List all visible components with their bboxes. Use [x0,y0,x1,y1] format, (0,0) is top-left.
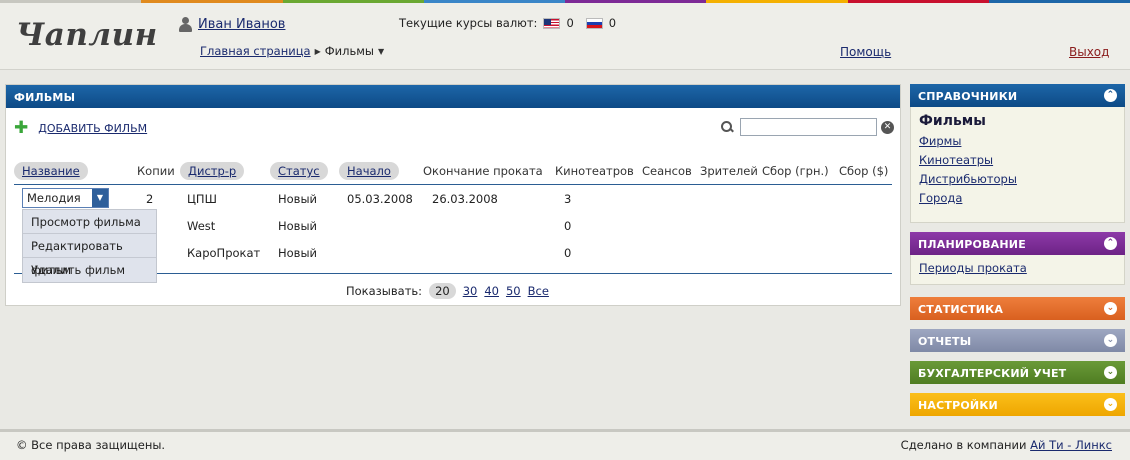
column-header-status[interactable]: Статус [270,162,328,180]
chevron-down-icon[interactable]: ▼ [92,189,108,207]
search-input[interactable] [740,118,877,136]
collapse-icon[interactable]: ⌃ [1104,237,1117,250]
user-block: Иван Иванов [178,17,285,32]
rub-rate: 0 [608,16,617,30]
pager: Показывать: 20 30 40 50 Все [346,283,549,299]
currency-rates: Текущие курсы валют: 0 0 [399,16,616,30]
column-header-copies: Копии [137,164,175,178]
currency-label: Текущие курсы валют: [399,16,538,30]
breadcrumb: Главная страница ▶ Фильмы ▼ [200,44,384,58]
menu-item-edit-film[interactable]: Редактировать фильм [23,234,156,277]
cell-status: Новый [278,192,318,206]
sidebar-statistics-header[interactable]: СТАТИСТИКА ⌄ [910,297,1125,320]
column-header-end: Окончание проката [423,164,543,178]
copyright: © Все права защищены. [16,438,166,452]
sidebar-item-cities[interactable]: Города [919,191,1116,205]
user-name-link[interactable]: Иван Иванов [198,17,285,32]
expand-icon[interactable]: ⌄ [1104,334,1117,347]
expand-icon[interactable]: ⌄ [1104,398,1117,411]
user-icon [178,17,193,32]
cell-cinemas: 0 [564,246,572,260]
films-panel: ФИЛЬМЫ ✚ ДОБАВИТЬ ФИЛЬМ ✕ Название Копии… [5,84,901,306]
sidebar-item-firms[interactable]: Фирмы [919,134,1116,148]
column-header-viewers: Зрителей [700,164,758,178]
cell-distributor: ЦПШ [187,192,217,206]
clear-search-icon[interactable]: ✕ [881,120,894,134]
pager-option-30[interactable]: 30 [463,284,478,298]
sidebar-planning-body: Периоды проката [910,255,1125,285]
search-icon[interactable] [720,120,736,134]
sidebar-planning: ПЛАНИРОВАНИЕ ⌃ Периоды проката [910,232,1125,285]
column-header-cinemas: Кинотеатров [555,164,634,178]
pager-option-40[interactable]: 40 [484,284,499,298]
sidebar-settings[interactable]: НАСТРОЙКИ ⌄ [910,393,1125,416]
pager-label: Показывать: [346,284,423,298]
breadcrumb-separator-icon: ▶ [314,46,321,56]
cell-cinemas: 3 [564,192,572,206]
add-film-link[interactable]: ДОБАВИТЬ ФИЛЬМ [38,122,147,135]
header: Чаплин Иван Иванов Главная страница ▶ Фи… [0,3,1130,70]
usd-rate: 0 [566,16,574,30]
cell-end: 26.03.2008 [432,192,498,206]
pager-option-50[interactable]: 50 [506,284,521,298]
cell-copies: 2 [146,192,154,206]
search-box: ✕ [720,118,894,136]
company-link[interactable]: Ай Ти - Линкс [1030,438,1112,452]
footer: © Все права защищены. Сделано в компании… [0,429,1130,460]
menu-item-delete-film[interactable]: Удалить фильм [23,258,156,282]
cell-status: Новый [278,246,318,260]
breadcrumb-current[interactable]: Фильмы [325,44,374,58]
column-header-name[interactable]: Название [14,162,88,180]
sidebar-reports[interactable]: ОТЧЕТЫ ⌄ [910,329,1125,352]
sidebar-accounting-header[interactable]: БУХГАЛТЕРСКИЙ УЧЕТ ⌄ [910,361,1125,384]
header-divider [14,184,892,185]
expand-icon[interactable]: ⌄ [1104,366,1117,379]
pager-option-all[interactable]: Все [528,284,549,298]
sidebar-statistics[interactable]: СТАТИСТИКА ⌄ [910,297,1125,320]
sidebar-reference-header[interactable]: СПРАВОЧНИКИ ⌃ [910,84,1125,107]
column-header-start[interactable]: Начало [339,162,399,180]
usa-flag-icon [543,17,561,29]
cell-distributor: West [187,219,216,233]
collapse-icon[interactable]: ⌃ [1104,89,1117,102]
chevron-down-icon[interactable]: ▼ [378,47,384,56]
column-header-distributor[interactable]: Дистр-р [180,162,245,180]
made-by: Сделано в компании Ай Ти - Линкс [900,438,1112,452]
sidebar-reports-header[interactable]: ОТЧЕТЫ ⌄ [910,329,1125,352]
film-context-menu: Просмотр фильма Редактировать фильм Удал… [22,209,157,283]
plus-icon[interactable]: ✚ [14,120,28,137]
sidebar-item-distributors[interactable]: Дистрибьюторы [919,172,1116,186]
breadcrumb-home[interactable]: Главная страница [200,44,311,58]
column-header-sessions: Сеансов [642,164,692,178]
sidebar-reference-body: Фильмы Фирмы Кинотеатры Дистрибьюторы Го… [910,107,1125,223]
sidebar-accounting[interactable]: БУХГАЛТЕРСКИЙ УЧЕТ ⌄ [910,361,1125,384]
cell-cinemas: 0 [564,219,572,233]
column-header-gross-usd: Сбор ($) [839,164,889,178]
film-select[interactable]: Мелодия ▼ [22,188,109,208]
help-link[interactable]: Помощь [840,45,891,59]
cell-distributor: КароПрокат [187,246,261,260]
sidebar-planning-header[interactable]: ПЛАНИРОВАНИЕ ⌃ [910,232,1125,255]
sidebar-item-cinemas[interactable]: Кинотеатры [919,153,1116,167]
cell-start: 05.03.2008 [347,192,413,206]
add-film-row: ✚ ДОБАВИТЬ ФИЛЬМ [14,120,147,137]
russia-flag-icon [585,17,603,29]
column-header-gross-uah: Сбор (грн.) [762,164,829,178]
sidebar-reference: СПРАВОЧНИКИ ⌃ Фильмы Фирмы Кинотеатры Ди… [910,84,1125,223]
logo[interactable]: Чаплин [16,17,158,53]
sidebar-settings-header[interactable]: НАСТРОЙКИ ⌄ [910,393,1125,416]
expand-icon[interactable]: ⌄ [1104,302,1117,315]
panel-title: ФИЛЬМЫ [6,85,900,108]
cell-status: Новый [278,219,318,233]
sidebar-item-films: Фильмы [919,113,986,129]
menu-item-view-film[interactable]: Просмотр фильма [23,210,156,234]
pager-option-20[interactable]: 20 [429,283,456,299]
logout-link[interactable]: Выход [1069,45,1109,59]
sidebar-item-rental-periods[interactable]: Периоды проката [919,261,1116,275]
